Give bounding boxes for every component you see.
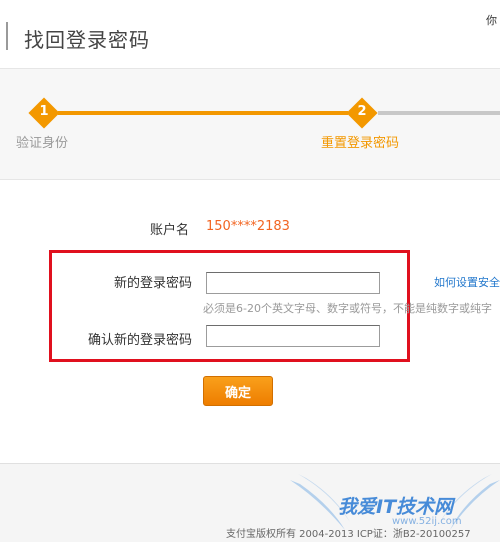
header-user-text[interactable]: 你 [486, 12, 497, 28]
step-1-number: 1 [39, 104, 49, 119]
account-value: 150****2183 [206, 219, 290, 234]
header: 找回登录密码 你 [0, 0, 500, 68]
watermark-text: 我爱IT技术网 [338, 496, 454, 518]
step-progress-line-done [58, 111, 348, 115]
page-title: 找回登录密码 [24, 28, 150, 52]
confirm-password-label: 确认新的登录密码 [87, 333, 192, 348]
step-2-number: 2 [357, 104, 367, 119]
steps-divider [0, 179, 500, 180]
progress-steps: 1 验证身份 2 重置登录密码 [0, 69, 500, 179]
new-password-field[interactable] [206, 272, 380, 294]
step-2-label: 重置登录密码 [321, 136, 400, 151]
confirm-password-field[interactable] [206, 325, 380, 347]
step-1-label: 验证身份 [16, 136, 69, 151]
title-accent-bar [6, 22, 8, 50]
password-help-link[interactable]: 如何设置安全 [434, 274, 500, 290]
account-label: 账户名 [150, 223, 190, 238]
footer-copyright: 支付宝版权所有 2004-2013 ICP证：浙B2-20100257 [226, 529, 471, 540]
password-hint: 必须是6-20个英文字母、数字或符号，不能是纯数字或纯字 [203, 302, 492, 315]
step-progress-line-todo [378, 111, 500, 115]
new-password-label: 新的登录密码 [113, 276, 192, 291]
page: 找回登录密码 你 1 验证身份 2 重置登录密码 账户名 150****2183… [0, 0, 500, 542]
submit-button[interactable]: 确定 [203, 376, 273, 406]
